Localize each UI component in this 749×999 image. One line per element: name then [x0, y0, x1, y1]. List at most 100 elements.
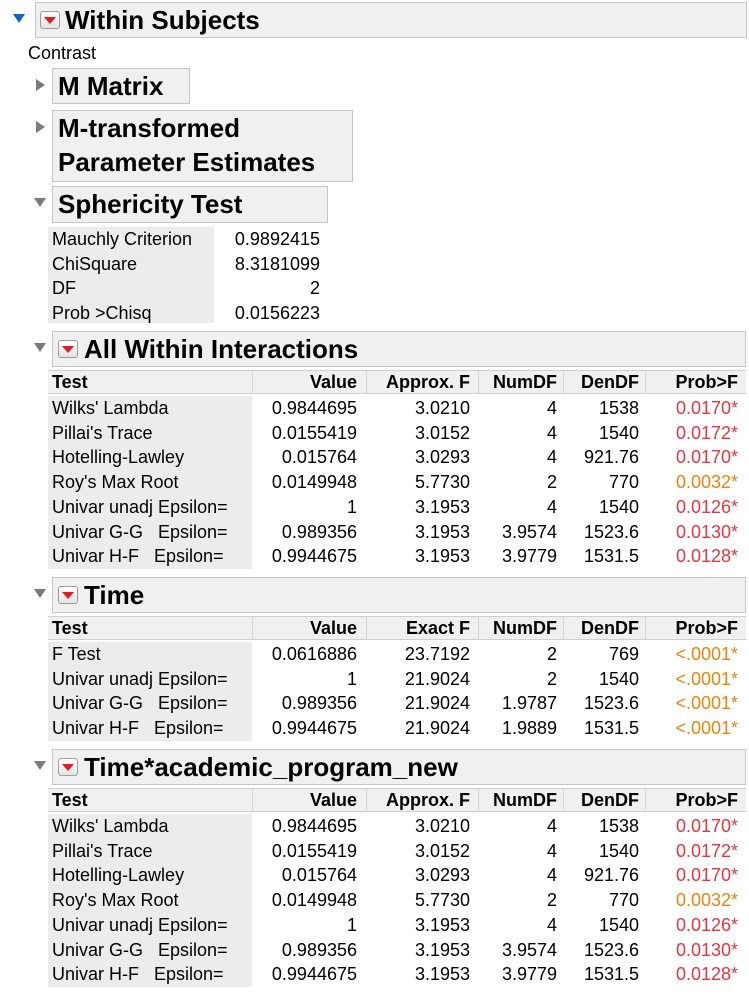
stat-value: 0.0149948	[271, 890, 357, 911]
section-header[interactable]	[52, 577, 746, 613]
prob-value: 0.0130*	[675, 521, 738, 542]
test-name: F Test	[52, 644, 101, 664]
stat-value: 770	[608, 472, 639, 493]
prob-value: 0.0128*	[675, 546, 738, 567]
prob-value: 0.0130*	[675, 939, 738, 960]
section-disclosure-icon[interactable]	[34, 589, 46, 598]
prob-value: 0.0170*	[675, 398, 738, 418]
test-name: Pillai's Trace	[52, 840, 153, 861]
stat-value: 0.0149948	[271, 472, 357, 493]
stat-value: 1540	[598, 422, 639, 443]
m-transformed-disclosure-icon[interactable]	[36, 121, 45, 133]
stat-value: 0.9844695	[271, 816, 357, 836]
test-name: Hotelling-Lawley	[52, 865, 185, 886]
stat-value: 1	[346, 914, 357, 935]
stat-value: 1540	[598, 840, 639, 861]
m-matrix-disclosure-icon[interactable]	[36, 79, 45, 91]
stat-value: 1538	[598, 398, 639, 418]
stat-value: 0.9844695	[271, 398, 357, 418]
prob-value: 0.0032*	[675, 472, 738, 493]
stat-value: 0.9944675	[271, 964, 357, 985]
m-matrix-title: M Matrix	[58, 71, 164, 101]
prob-value: 0.0032*	[675, 890, 738, 911]
stat-value: 1523.6	[583, 939, 639, 960]
column-header-test: Test	[52, 618, 88, 638]
m-transformed-title-line1: M-transformed	[58, 113, 241, 143]
sphericity-value: 0.9892415	[234, 229, 320, 249]
prob-value: <.0001*	[675, 693, 738, 714]
stat-value: 1540	[598, 914, 639, 935]
sphericity-label: ChiSquare	[52, 253, 138, 274]
contrast-label: Contrast	[28, 43, 97, 63]
stat-value: 0.0155419	[271, 840, 357, 861]
section-menu-icon[interactable]	[58, 586, 78, 604]
stat-value: 1531.5	[583, 964, 639, 985]
section-disclosure-icon[interactable]	[34, 761, 46, 770]
sphericity-disclosure-icon[interactable]	[34, 198, 46, 207]
stat-value: 0.989356	[281, 521, 357, 542]
sphericity-title: Sphericity Test	[58, 189, 243, 219]
prob-value: 0.0126*	[675, 496, 738, 517]
test-name: Pillai's Trace	[52, 422, 153, 443]
prob-value: 0.0170*	[675, 865, 738, 886]
section-menu-icon[interactable]	[58, 758, 78, 776]
test-name: Univar G-G Epsilon=	[52, 521, 228, 542]
test-name: Roy's Max Root	[52, 890, 179, 911]
stat-value: 921.76	[583, 447, 639, 468]
stat-value: 1523.6	[583, 693, 639, 714]
column-header: Value	[309, 372, 357, 392]
section-menu-icon[interactable]	[58, 340, 78, 358]
stat-value: 1540	[598, 668, 639, 689]
column-header: Value	[309, 790, 357, 810]
column-header: DenDF	[581, 790, 639, 810]
test-name: Univar H-F Epsilon=	[52, 718, 224, 739]
test-name: Univar G-G Epsilon=	[52, 939, 228, 960]
within-subjects-disclosure-icon[interactable]	[13, 14, 25, 23]
prob-value: 0.0128*	[675, 964, 738, 985]
stat-value: 1531.5	[583, 718, 639, 739]
test-name: Univar H-F Epsilon=	[52, 964, 224, 985]
column-header: Prob>F	[675, 790, 738, 810]
sphericity-value: 8.3181099	[234, 253, 320, 274]
section-title: All Within Interactions	[84, 334, 359, 364]
within-subjects-title: Within Subjects	[65, 5, 260, 35]
stat-value: 770	[608, 890, 639, 911]
section-title: Time	[84, 580, 145, 610]
stat-value: 1538	[598, 816, 639, 836]
within-subjects-menu-icon[interactable]	[40, 11, 60, 29]
stat-value: 0.0155419	[271, 422, 357, 443]
prob-value: <.0001*	[675, 668, 738, 689]
column-header: Prob>F	[675, 618, 738, 638]
stat-value: 769	[608, 644, 639, 664]
test-name: Wilks' Lambda	[52, 816, 169, 836]
sphericity-value: 2	[309, 278, 320, 298]
prob-value: <.0001*	[675, 718, 738, 739]
prob-value: <.0001*	[675, 644, 738, 664]
stat-value: 0.989356	[281, 693, 357, 714]
sphericity-label: Prob >Chisq	[52, 302, 152, 323]
test-name: Univar unadj Epsilon=	[52, 914, 228, 935]
stat-value: 0.9944675	[271, 718, 357, 739]
stat-value: 1540	[598, 496, 639, 517]
stat-value: 1	[346, 668, 357, 689]
m-transformed-title-line2: Parameter Estimates	[58, 147, 316, 177]
prob-value: 0.0172*	[675, 422, 738, 443]
sphericity-value: 0.0156223	[234, 302, 320, 323]
sphericity-label: DF	[52, 278, 76, 298]
section-disclosure-icon[interactable]	[34, 343, 46, 352]
column-header: DenDF	[581, 372, 639, 392]
test-name: Univar unadj Epsilon=	[52, 668, 228, 689]
stat-value: 1523.6	[583, 521, 639, 542]
stat-value: 1	[346, 496, 357, 517]
stat-value: 0.989356	[281, 939, 357, 960]
prob-value: 0.0172*	[675, 840, 738, 861]
stat-value: 1531.5	[583, 546, 639, 567]
column-header: Prob>F	[675, 372, 738, 392]
column-header: Value	[309, 618, 357, 638]
prob-value: 0.0170*	[675, 447, 738, 468]
test-name: Roy's Max Root	[52, 472, 179, 493]
prob-value: 0.0126*	[675, 914, 738, 935]
stat-value: 0.0616886	[271, 644, 357, 664]
stat-value: 921.76	[583, 865, 639, 886]
prob-value: 0.0170*	[675, 816, 738, 836]
